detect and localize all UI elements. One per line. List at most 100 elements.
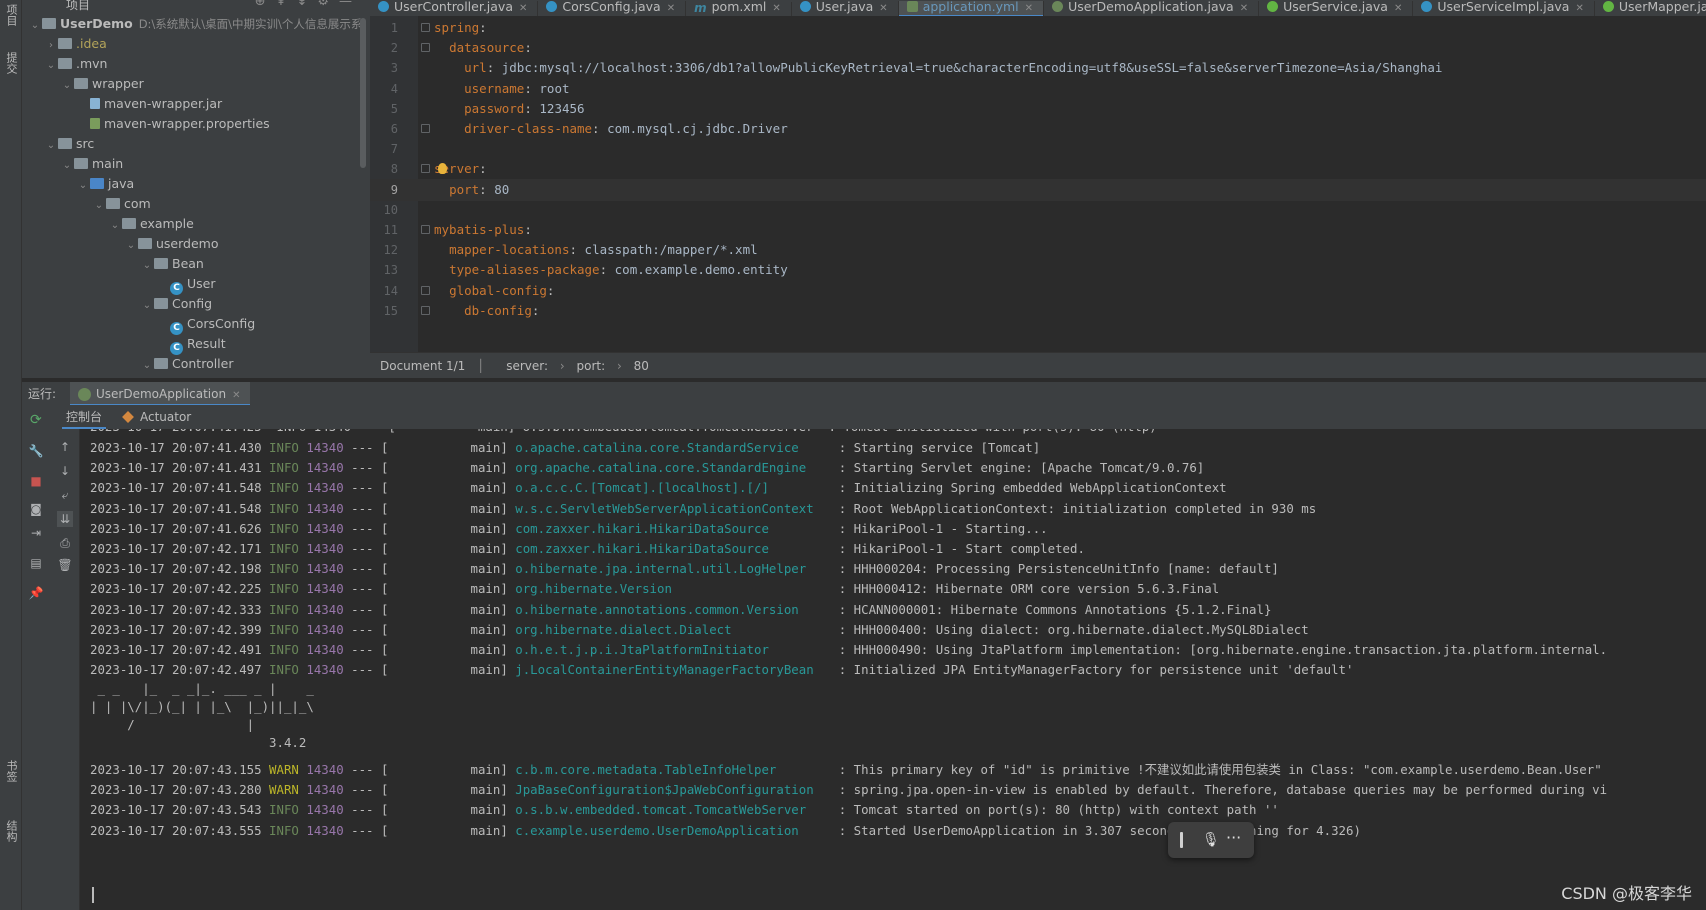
- code-line[interactable]: 4 username: root: [370, 78, 1706, 100]
- tree-item-result[interactable]: C Result: [22, 334, 370, 355]
- close-icon[interactable]: ✕: [232, 390, 240, 401]
- fold-icon[interactable]: [421, 43, 430, 53]
- pin-icon[interactable]: 📌: [28, 585, 44, 601]
- arrow-up-icon[interactable]: ↑: [57, 439, 73, 455]
- chevron-down-icon[interactable]: ⌄: [108, 216, 122, 236]
- tree-item-com[interactable]: ⌄ com: [22, 194, 370, 214]
- more-icon[interactable]: ···: [1226, 828, 1241, 847]
- project-panel-title[interactable]: 项目: [66, 0, 90, 13]
- code-line[interactable]: 2 datasource:: [370, 37, 1706, 59]
- chevron-down-icon[interactable]: ⌄: [60, 156, 74, 176]
- close-icon[interactable]: ✕: [1394, 3, 1402, 14]
- tab-corsconfig-java[interactable]: CorsConfig.java ✕: [538, 0, 687, 16]
- run-config-tab[interactable]: UserDemoApplication ✕: [70, 382, 251, 406]
- chevron-down-icon[interactable]: ⌄: [44, 56, 58, 76]
- project-tool-label[interactable]: 项目: [3, 4, 19, 26]
- tree-item-controller[interactable]: ⌄ Controller: [22, 354, 370, 374]
- tab-usermapper-java[interactable]: UserMapper.java✕: [1595, 0, 1706, 16]
- code-line[interactable]: 15 db-config:: [370, 300, 1706, 322]
- breadcrumb-item[interactable]: server:: [506, 359, 548, 373]
- tree-item-bean[interactable]: ⌄ Bean: [22, 254, 370, 274]
- close-icon[interactable]: ✕: [667, 3, 675, 14]
- close-icon[interactable]: ✕: [519, 3, 527, 14]
- tree-scrollbar[interactable]: [360, 18, 366, 168]
- bookmarks-tool-label[interactable]: 书签: [3, 760, 19, 782]
- fold-icon[interactable]: [421, 305, 430, 315]
- tab-usercontroller-java[interactable]: UserController.java ✕: [370, 0, 539, 16]
- chevron-down-icon[interactable]: ⌄: [92, 196, 106, 216]
- code-line[interactable]: 12 mapper-locations: classpath:/mapper/*…: [370, 239, 1706, 261]
- breadcrumb-item[interactable]: 80: [634, 359, 649, 373]
- code-line[interactable]: 8 server:: [370, 158, 1706, 180]
- stop-icon[interactable]: ■: [28, 473, 44, 489]
- close-icon[interactable]: ✕: [772, 3, 780, 14]
- tab-userserviceimpl-java[interactable]: UserServiceImpl.java ✕: [1413, 0, 1595, 16]
- fold-icon[interactable]: [421, 164, 430, 174]
- fold-icon[interactable]: [421, 23, 430, 32]
- chevron-down-icon[interactable]: ⌄: [140, 296, 154, 316]
- fold-icon[interactable]: [421, 285, 430, 295]
- code-editor[interactable]: 1 spring: 2 datasource: 3 url: jdbc:mysql…: [370, 16, 1706, 352]
- soft-wrap-icon[interactable]: ⤶: [57, 487, 73, 503]
- lightbulb-icon[interactable]: [438, 163, 447, 175]
- document-indicator[interactable]: Document 1/1: [380, 359, 465, 373]
- breadcrumb-item[interactable]: port:: [576, 359, 605, 373]
- tree-item-config[interactable]: ⌄ Config: [22, 294, 370, 314]
- print-icon[interactable]: ⎙: [57, 535, 73, 551]
- tab-console[interactable]: 控制台: [62, 405, 107, 429]
- exit-icon[interactable]: ⇥: [28, 525, 44, 541]
- project-panel-actions[interactable]: ⊕⇞⇟⚙—: [255, 0, 362, 9]
- tab-userservice-java[interactable]: UserService.java ✕: [1259, 0, 1414, 16]
- code-line[interactable]: 3 url: jdbc:mysql://localhost:3306/db1?a…: [370, 57, 1706, 79]
- tree-item-wrapper[interactable]: ⌄ wrapper: [22, 74, 370, 94]
- console-output[interactable]: 2023-10-17 20:07:41.425 INFO 14340 --- […: [81, 429, 1706, 910]
- code-line[interactable]: 11 mybatis-plus:: [370, 219, 1706, 241]
- wrench-icon[interactable]: 🔧: [28, 443, 44, 459]
- trash-icon[interactable]: 🗑: [57, 557, 73, 573]
- chevron-down-icon[interactable]: ⌄: [60, 76, 74, 96]
- code-line[interactable]: 13 type-aliases-package: com.example.dem…: [370, 259, 1706, 281]
- camera-icon[interactable]: ◙: [28, 501, 44, 517]
- tree-item-maven-wrapper-properties[interactable]: maven-wrapper.properties: [22, 114, 370, 134]
- tab-user-java[interactable]: User.java ✕: [792, 0, 899, 16]
- tree-item-example[interactable]: ⌄ example: [22, 214, 370, 234]
- tree-root[interactable]: ⌄ UserDemo D:\系统默认\桌面\中期实训\个人信息展示系: [22, 14, 370, 34]
- arrow-down-icon[interactable]: ↓: [57, 463, 73, 479]
- code-line[interactable]: 7: [370, 138, 1706, 160]
- tab-actuator[interactable]: Actuator: [122, 405, 191, 429]
- rerun-icon[interactable]: ⟳: [30, 412, 42, 428]
- close-icon[interactable]: ✕: [1025, 3, 1033, 14]
- tree-item--mvn[interactable]: ⌄ .mvn: [22, 54, 370, 74]
- layout-icon[interactable]: ▤: [28, 555, 44, 571]
- code-line[interactable]: 14 global-config:: [370, 280, 1706, 302]
- microphone-icon[interactable]: 🎙: [1202, 830, 1220, 850]
- code-line[interactable]: 9 port: 80: [370, 178, 1706, 201]
- tab-application-yml[interactable]: application.yml ✕: [898, 0, 1045, 16]
- code-line[interactable]: 10: [370, 199, 1706, 221]
- tree-item-main[interactable]: ⌄ main: [22, 154, 370, 174]
- chevron-down-icon[interactable]: ⌄: [140, 256, 154, 276]
- tree-item-user[interactable]: C User: [22, 274, 370, 295]
- chevron-down-icon[interactable]: ⌄: [124, 236, 138, 256]
- tree-item-maven-wrapper-jar[interactable]: maven-wrapper.jar: [22, 94, 370, 114]
- chevron-down-icon[interactable]: ⌄: [44, 136, 58, 156]
- drag-handle[interactable]: [1180, 832, 1183, 848]
- close-icon[interactable]: ✕: [1240, 3, 1248, 14]
- code-line[interactable]: 5 password: 123456: [370, 98, 1706, 120]
- commit-tool-label[interactable]: 提交: [3, 52, 19, 74]
- fold-icon[interactable]: [421, 124, 430, 133]
- code-line[interactable]: 1 spring:: [370, 17, 1706, 39]
- tree-item-java[interactable]: ⌄ java: [22, 174, 370, 194]
- close-icon[interactable]: ✕: [879, 3, 887, 14]
- tree-item-src[interactable]: ⌄ src: [22, 134, 370, 154]
- tab-pom-xml[interactable]: m pom.xml ✕: [686, 0, 792, 16]
- fold-icon[interactable]: [421, 225, 430, 234]
- tree-item--idea[interactable]: › .idea: [22, 34, 370, 54]
- chevron-right-icon[interactable]: ›: [44, 36, 58, 56]
- close-icon[interactable]: ✕: [1575, 3, 1583, 14]
- tree-item-userdemo[interactable]: ⌄ userdemo: [22, 234, 370, 254]
- chevron-down-icon[interactable]: ⌄: [140, 356, 154, 376]
- chevron-down-icon[interactable]: ⌄: [28, 16, 42, 36]
- tab-userdemoapplication-java[interactable]: UserDemoApplication.java ✕: [1044, 0, 1260, 16]
- structure-tool-label[interactable]: 结构: [3, 820, 19, 842]
